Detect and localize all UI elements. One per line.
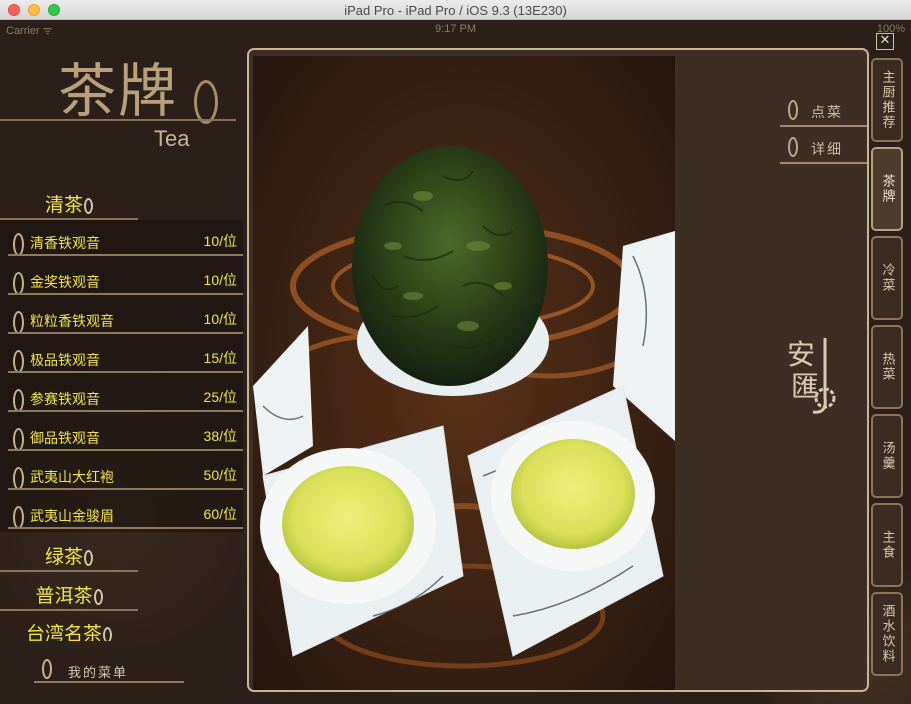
my-menu-label: 我的菜单 [68, 666, 129, 681]
tea-photo-illustration [253, 56, 675, 690]
item-name: 御品铁观音 [30, 431, 100, 447]
item-price: 60/位 [203, 506, 237, 522]
swirl-icon [13, 350, 24, 373]
item-price: 38/位 [203, 428, 237, 444]
list-item[interactable]: 粒粒香铁观音 10/位 [0, 298, 243, 337]
list-item[interactable]: 武夷山金骏眉 60/位 [0, 493, 243, 532]
section-logo-title: 茶牌 [58, 57, 179, 125]
category-qingcha[interactable]: 清茶 [0, 190, 138, 220]
category-label: 台湾名茶 [25, 623, 102, 641]
swirl-icon [788, 137, 798, 157]
tab-drinks[interactable]: 酒水饮料 [871, 592, 903, 676]
swirl-icon [13, 272, 24, 295]
tab-cold-dishes[interactable]: 冷菜 [871, 236, 903, 320]
item-price: 50/位 [203, 467, 237, 483]
seal-glyph-1: 安 [787, 338, 815, 371]
list-item[interactable]: 金奖铁观音 10/位 [0, 259, 243, 298]
window-title: iPad Pro - iPad Pro / iOS 9.3 (13E230) [344, 3, 567, 18]
category-taiwan[interactable]: 台湾名茶 [0, 619, 138, 641]
swirl-icon [42, 659, 52, 679]
window-close-button[interactable] [8, 4, 20, 16]
my-menu-button[interactable]: 我的菜单 [34, 653, 184, 683]
item-name: 极品铁观音 [30, 353, 100, 369]
detail-button[interactable]: 详细 [780, 133, 867, 170]
restaurant-seal-icon: 安 匯 [787, 338, 836, 414]
swirl-icon [103, 626, 112, 641]
detail-actions: 点菜 详细 [780, 96, 867, 170]
item-name: 武夷山大红袍 [30, 470, 114, 486]
swirl-icon [13, 506, 24, 529]
list-item[interactable]: 极品铁观音 15/位 [0, 337, 243, 376]
category-label: 绿茶 [44, 546, 83, 568]
item-name: 参赛铁观音 [30, 392, 100, 408]
tab-staples[interactable]: 主食 [871, 503, 903, 587]
item-name: 粒粒香铁观音 [30, 314, 114, 330]
tab-chef-recommend[interactable]: 主厨推荐 [871, 58, 903, 142]
item-detail-panel: 点菜 详细 安 匯 [247, 48, 869, 692]
seal-glyph-2: 匯 [791, 370, 819, 403]
list-item[interactable]: 武夷山大红袍 50/位 [0, 454, 243, 493]
swirl-icon [788, 100, 798, 120]
window-titlebar: iPad Pro - iPad Pro / iOS 9.3 (13E230) [0, 0, 911, 20]
swirl-icon [13, 428, 24, 451]
swirl-icon [13, 467, 24, 490]
window-zoom-button[interactable] [48, 4, 60, 16]
swirl-icon [194, 80, 218, 124]
swirl-icon [84, 197, 93, 214]
list-item[interactable]: 御品铁观音 38/位 [0, 415, 243, 454]
tab-tea[interactable]: 茶牌 [871, 147, 903, 231]
swirl-icon [13, 311, 24, 334]
tab-hot-dishes[interactable]: 热菜 [871, 325, 903, 409]
detail-label: 详细 [811, 142, 843, 158]
item-name: 武夷山金骏眉 [30, 509, 114, 525]
list-item[interactable]: 参赛铁观音 25/位 [0, 376, 243, 415]
tea-item-list: 清香铁观音 10/位 金奖铁观音 10/位 粒粒香铁观音 10/位 极品铁观音 … [0, 220, 246, 532]
swirl-icon [93, 588, 103, 605]
section-logo-subtitle: Tea [154, 126, 190, 151]
tea-photo [253, 56, 675, 690]
swirl-icon [13, 389, 24, 412]
item-price: 10/位 [203, 272, 237, 288]
close-button[interactable]: ✕ [876, 33, 894, 50]
order-label: 点菜 [811, 105, 843, 121]
category-label: 普洱茶 [35, 585, 93, 607]
window-minimize-button[interactable] [28, 4, 40, 16]
menu-sidebar: 茶牌 Tea 清茶 清香铁观音 10/位 金奖铁观音 10/位 粒粒香铁观音 1… [0, 20, 246, 704]
item-price: 10/位 [203, 311, 237, 327]
swirl-icon [84, 549, 93, 566]
item-name: 金奖铁观音 [30, 275, 100, 291]
item-price: 10/位 [203, 233, 237, 249]
item-price: 15/位 [203, 350, 237, 366]
category-lvcha[interactable]: 绿茶 [0, 542, 138, 572]
tab-soups[interactable]: 汤羹 [871, 414, 903, 498]
item-price: 25/位 [203, 389, 237, 405]
category-label: 清茶 [44, 194, 83, 216]
order-button[interactable]: 点菜 [780, 96, 867, 133]
item-name: 清香铁观音 [30, 236, 100, 252]
swirl-icon [13, 233, 24, 256]
list-item[interactable]: 清香铁观音 10/位 [0, 220, 243, 259]
category-puer[interactable]: 普洱茶 [0, 581, 138, 611]
divider [0, 119, 236, 121]
